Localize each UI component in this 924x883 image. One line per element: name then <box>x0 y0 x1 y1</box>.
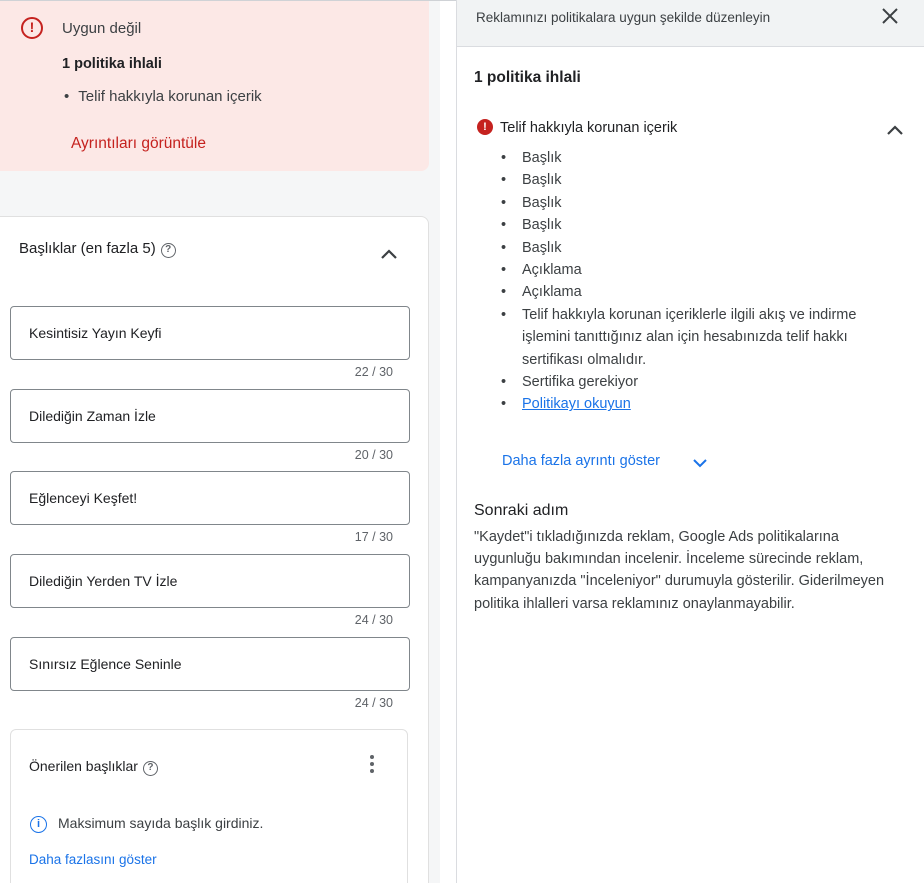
headline-input-5[interactable]: Sınırsız Eğlence Seninle <box>10 637 410 691</box>
alert-violation-count: 1 politika ihlali <box>62 56 162 72</box>
info-icon: i <box>30 816 47 833</box>
list-item: Başlık <box>498 147 898 170</box>
char-counter: 24 / 30 <box>354 613 393 627</box>
list-item: Açıklama <box>498 259 898 282</box>
more-details-link[interactable]: Daha fazla ayrıntı göster <box>502 453 660 469</box>
violation-list: Başlık Başlık Başlık Başlık Başlık Açıkl… <box>498 147 898 416</box>
help-icon[interactable]: ? <box>142 761 158 776</box>
list-item: Açıklama <box>498 281 898 304</box>
error-icon: ! <box>477 119 493 135</box>
headlines-title: Başlıklar (en fazla 5)? <box>19 240 176 258</box>
violation-title: Telif hakkıyla korunan içerik <box>500 120 678 136</box>
list-item: Başlık <box>498 237 898 260</box>
chevron-up-icon[interactable] <box>380 245 398 263</box>
list-item: Başlık <box>498 169 898 192</box>
headline-input-1[interactable]: Kesintisiz Yayın Keyfi <box>10 306 410 360</box>
list-item: Başlık <box>498 192 898 215</box>
char-counter: 24 / 30 <box>354 696 393 710</box>
list-item: Sertifika gerekiyor <box>498 371 898 394</box>
help-icon[interactable]: ? <box>160 243 176 258</box>
headline-input-3[interactable]: Eğlenceyi Keşfet! <box>10 471 410 525</box>
alert-status: Uygun değil <box>62 20 142 37</box>
error-icon: ! <box>21 17 43 39</box>
show-more-link[interactable]: Daha fazlasını göster <box>29 852 157 867</box>
info-message: Maksimum sayıda başlık girdiniz. <box>58 815 264 831</box>
more-vert-icon[interactable] <box>368 755 376 775</box>
list-item: Telif hakkıyla korunan içeriklerle ilgil… <box>498 304 898 371</box>
next-step-body: "Kaydet"i tıkladığınızda reklam, Google … <box>474 529 885 612</box>
read-policy-link[interactable]: Politikayı okuyun <box>522 396 631 412</box>
ad-editor-panel: ! Uygun değil 1 politika ihlali • Telif h… <box>0 0 440 883</box>
panel-violation-count: 1 politika ihlali <box>474 69 581 86</box>
close-icon[interactable] <box>880 6 900 26</box>
next-step-title: Sonraki adım <box>474 502 569 519</box>
alert-violation-item: • Telif hakkıyla korunan içerik <box>64 88 262 105</box>
char-counter: 22 / 30 <box>354 365 393 379</box>
panel-title: Reklamınızı politikalara uygun şekilde d… <box>476 10 771 25</box>
chevron-up-icon[interactable] <box>886 121 904 139</box>
list-item: Başlık <box>498 214 898 237</box>
policy-alert: ! Uygun değil 1 politika ihlali • Telif h… <box>0 0 429 171</box>
headline-input-4[interactable]: Dilediğin Yerden TV İzle <box>10 554 410 608</box>
headline-input-2[interactable]: Dilediğin Zaman İzle <box>10 389 410 443</box>
char-counter: 17 / 30 <box>354 530 393 544</box>
list-item: Politikayı okuyun <box>498 393 898 416</box>
view-details-link[interactable]: Ayrıntıları görüntüle <box>71 135 206 153</box>
panel-header: Reklamınızı politikalara uygun şekilde d… <box>457 0 924 47</box>
chevron-down-icon[interactable] <box>692 455 708 471</box>
char-counter: 20 / 30 <box>354 448 393 462</box>
suggested-headlines-title: Önerilen başlıklar? <box>29 758 158 776</box>
